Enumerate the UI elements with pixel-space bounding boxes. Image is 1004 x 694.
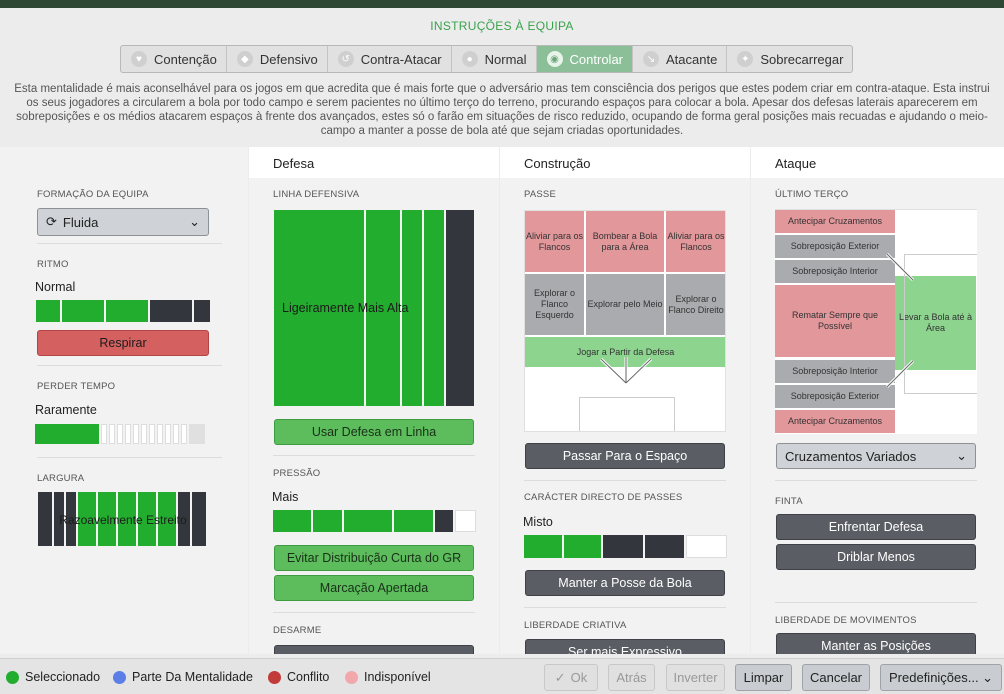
pink-dot-icon <box>345 670 358 684</box>
passe-label: PASSE <box>524 189 556 200</box>
divider <box>524 480 726 481</box>
largura-value: Razoavelmente Estreito <box>59 513 187 527</box>
desarme-button[interactable] <box>274 645 474 654</box>
cruzamentos-dropdown[interactable]: Cruzamentos Variados ⌄ <box>776 443 976 469</box>
inverter-button[interactable]: Inverter <box>666 664 725 691</box>
linha-defensiva-value: Ligeiramente Mais Alta <box>282 301 409 315</box>
tab-normal[interactable]: ● Normal <box>452 46 537 72</box>
linha-defensiva-label: LINHA DEFENSIVA <box>273 189 360 200</box>
pressao-value: Mais <box>272 490 299 504</box>
divider <box>37 243 222 244</box>
predefinicoes-dropdown[interactable]: Predefinições... ⌄ <box>880 664 1002 691</box>
tab-sobrecarregar[interactable]: ✦ Sobrecarregar <box>727 46 852 72</box>
chevron-down-icon: ⌄ <box>982 669 993 685</box>
caracter-label: CARÁCTER DIRECTO DE PASSES <box>524 492 683 503</box>
pressao-slider[interactable] <box>273 510 476 532</box>
pressao-label: PRESSÃO <box>273 468 321 479</box>
driblar-menos-button[interactable]: Driblar Menos <box>776 544 976 570</box>
chevron-down-icon: ⌄ <box>956 448 967 463</box>
perder-tempo-label: PERDER TEMPO <box>37 381 116 392</box>
manter-posse-button[interactable]: Manter a Posse da Bola <box>525 570 725 596</box>
attack-arrows-icon <box>885 252 915 389</box>
defesa-body: LINHA DEFENSIVA Ligeiramente Mais Alta U… <box>249 178 499 654</box>
caracter-slider[interactable] <box>524 535 727 558</box>
legend-indisponivel: Indisponível <box>345 670 431 684</box>
marcacao-apertada-button[interactable]: Marcação Apertada <box>274 575 474 601</box>
ataque-body: ÚLTIMO TERÇO Antecipar Cruzamentos Sobre… <box>751 178 1004 654</box>
green-dot-icon <box>6 670 19 684</box>
formacao-dropdown[interactable]: ⟳ Fluida ⌄ <box>37 208 209 236</box>
defesa-header: Defesa <box>249 147 499 178</box>
limpar-button[interactable]: Limpar <box>735 664 792 691</box>
tab-contra-atacar[interactable]: ↺ Contra-Atacar <box>328 46 452 72</box>
construcao-panel: Construção PASSE Aliviar para os Flancos… <box>500 147 750 654</box>
construcao-body: PASSE Aliviar para os Flancos Bombear a … <box>500 178 750 654</box>
fluid-icon: ⟳ <box>46 214 57 229</box>
divider <box>273 455 475 456</box>
perder-tempo-value: Raramente <box>35 403 97 417</box>
tab-atacante[interactable]: ↘ Atacante <box>633 46 728 72</box>
usar-defesa-button[interactable]: Usar Defesa em Linha <box>274 419 474 445</box>
liberdade-criativa-label: LIBERDADE CRIATIVA <box>524 620 627 631</box>
manter-posicoes-button[interactable]: Manter as Posições <box>776 633 976 654</box>
construcao-header: Construção <box>500 147 750 178</box>
evitar-distribuicao-button[interactable]: Evitar Distribuição Curta do GR <box>274 545 474 571</box>
overload-icon: ✦ <box>737 51 754 67</box>
ultimo-terco-pitch: Antecipar Cruzamentos Sobreposição Exter… <box>775 209 977 434</box>
perder-tempo-slider[interactable] <box>35 424 211 444</box>
caracter-value: Misto <box>523 515 553 529</box>
shield-heart-icon: ♥ <box>131 51 147 67</box>
cancelar-button[interactable]: Cancelar <box>802 664 870 691</box>
divider <box>524 607 726 608</box>
formacao-label: FORMAÇÃO DA EQUIPA <box>37 189 149 200</box>
mentality-description: Esta mentalidade é mais aconselhável par… <box>14 83 990 137</box>
legend-parte-mentalidade: Parte Da Mentalidade <box>113 670 253 684</box>
divider <box>37 365 222 366</box>
ultimo-terco-label: ÚLTIMO TERÇO <box>775 189 849 200</box>
shield-icon: ◆ <box>236 51 253 67</box>
passar-espaco-button[interactable]: Passar Para o Espaço <box>525 443 725 469</box>
check-icon: ✓ <box>554 669 566 685</box>
pass-arrows-icon <box>599 357 653 385</box>
counter-icon: ↺ <box>337 51 354 67</box>
circle-icon: ● <box>461 51 478 67</box>
ritmo-value: Normal <box>35 280 76 294</box>
tab-contencao[interactable]: ♥ Contenção <box>121 46 227 72</box>
ataque-header: Ataque <box>751 147 1004 178</box>
bottom-bar: Seleccionado Parte Da Mentalidade Confli… <box>0 658 1004 694</box>
desarme-label: DESARME <box>273 625 322 636</box>
ritmo-label: RITMO <box>37 259 69 270</box>
chevron-down-icon: ⌄ <box>189 214 200 229</box>
blue-dot-icon <box>113 670 126 684</box>
divider <box>775 602 977 603</box>
ser-expressivo-button[interactable]: Ser mais Expressivo <box>525 639 725 654</box>
ok-button[interactable]: ✓ Ok <box>544 664 598 691</box>
tab-controlar[interactable]: ◉ Controlar <box>536 46 633 72</box>
enfrentar-defesa-button[interactable]: Enfrentar Defesa <box>776 514 976 540</box>
largura-label: LARGURA <box>37 473 85 484</box>
ataque-panel: Ataque ÚLTIMO TERÇO Antecipar Cruzamento… <box>751 147 1004 654</box>
red-dot-icon <box>268 670 281 684</box>
legend-conflito: Conflito <box>268 670 329 684</box>
attack-arrow-icon: ↘ <box>643 51 659 67</box>
divider <box>775 480 977 481</box>
control-icon: ◉ <box>546 51 563 67</box>
divider <box>37 457 222 458</box>
liberdade-movimentos-label: LIBERDADE DE MOVIMENTOS <box>775 615 917 626</box>
respirar-button[interactable]: Respirar <box>37 330 209 356</box>
finta-label: FINTA <box>775 496 803 507</box>
ritmo-slider[interactable] <box>36 300 210 322</box>
tab-defensivo[interactable]: ◆ Defensivo <box>227 46 328 72</box>
defesa-panel: Defesa LINHA DEFENSIVA Ligeiramente Mais… <box>249 147 499 654</box>
mentality-tabs: ♥ Contenção ◆ Defensivo ↺ Contra-Atacar ● No… <box>120 45 854 73</box>
general-panel: FORMAÇÃO DA EQUIPA ⟳ Fluida ⌄ RITMO Norm… <box>0 147 248 654</box>
passe-pitch: Aliviar para os Flancos Bombear a Bola p… <box>524 210 726 432</box>
legend-seleccionado: Seleccionado <box>6 670 100 684</box>
atras-button[interactable]: Atrás <box>608 664 655 691</box>
window-top-strip <box>0 0 1004 8</box>
dialog-title: INSTRUÇÕES À EQUIPA <box>430 19 574 33</box>
divider <box>273 612 475 613</box>
